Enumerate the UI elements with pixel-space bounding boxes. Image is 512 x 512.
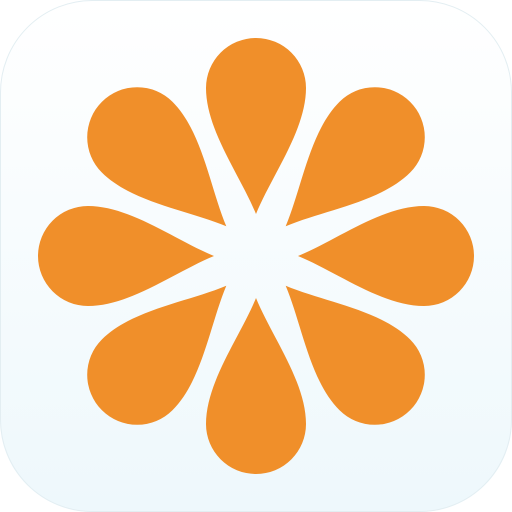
app-icon[interactable] [0, 0, 512, 512]
flower-logo-icon [0, 0, 512, 512]
